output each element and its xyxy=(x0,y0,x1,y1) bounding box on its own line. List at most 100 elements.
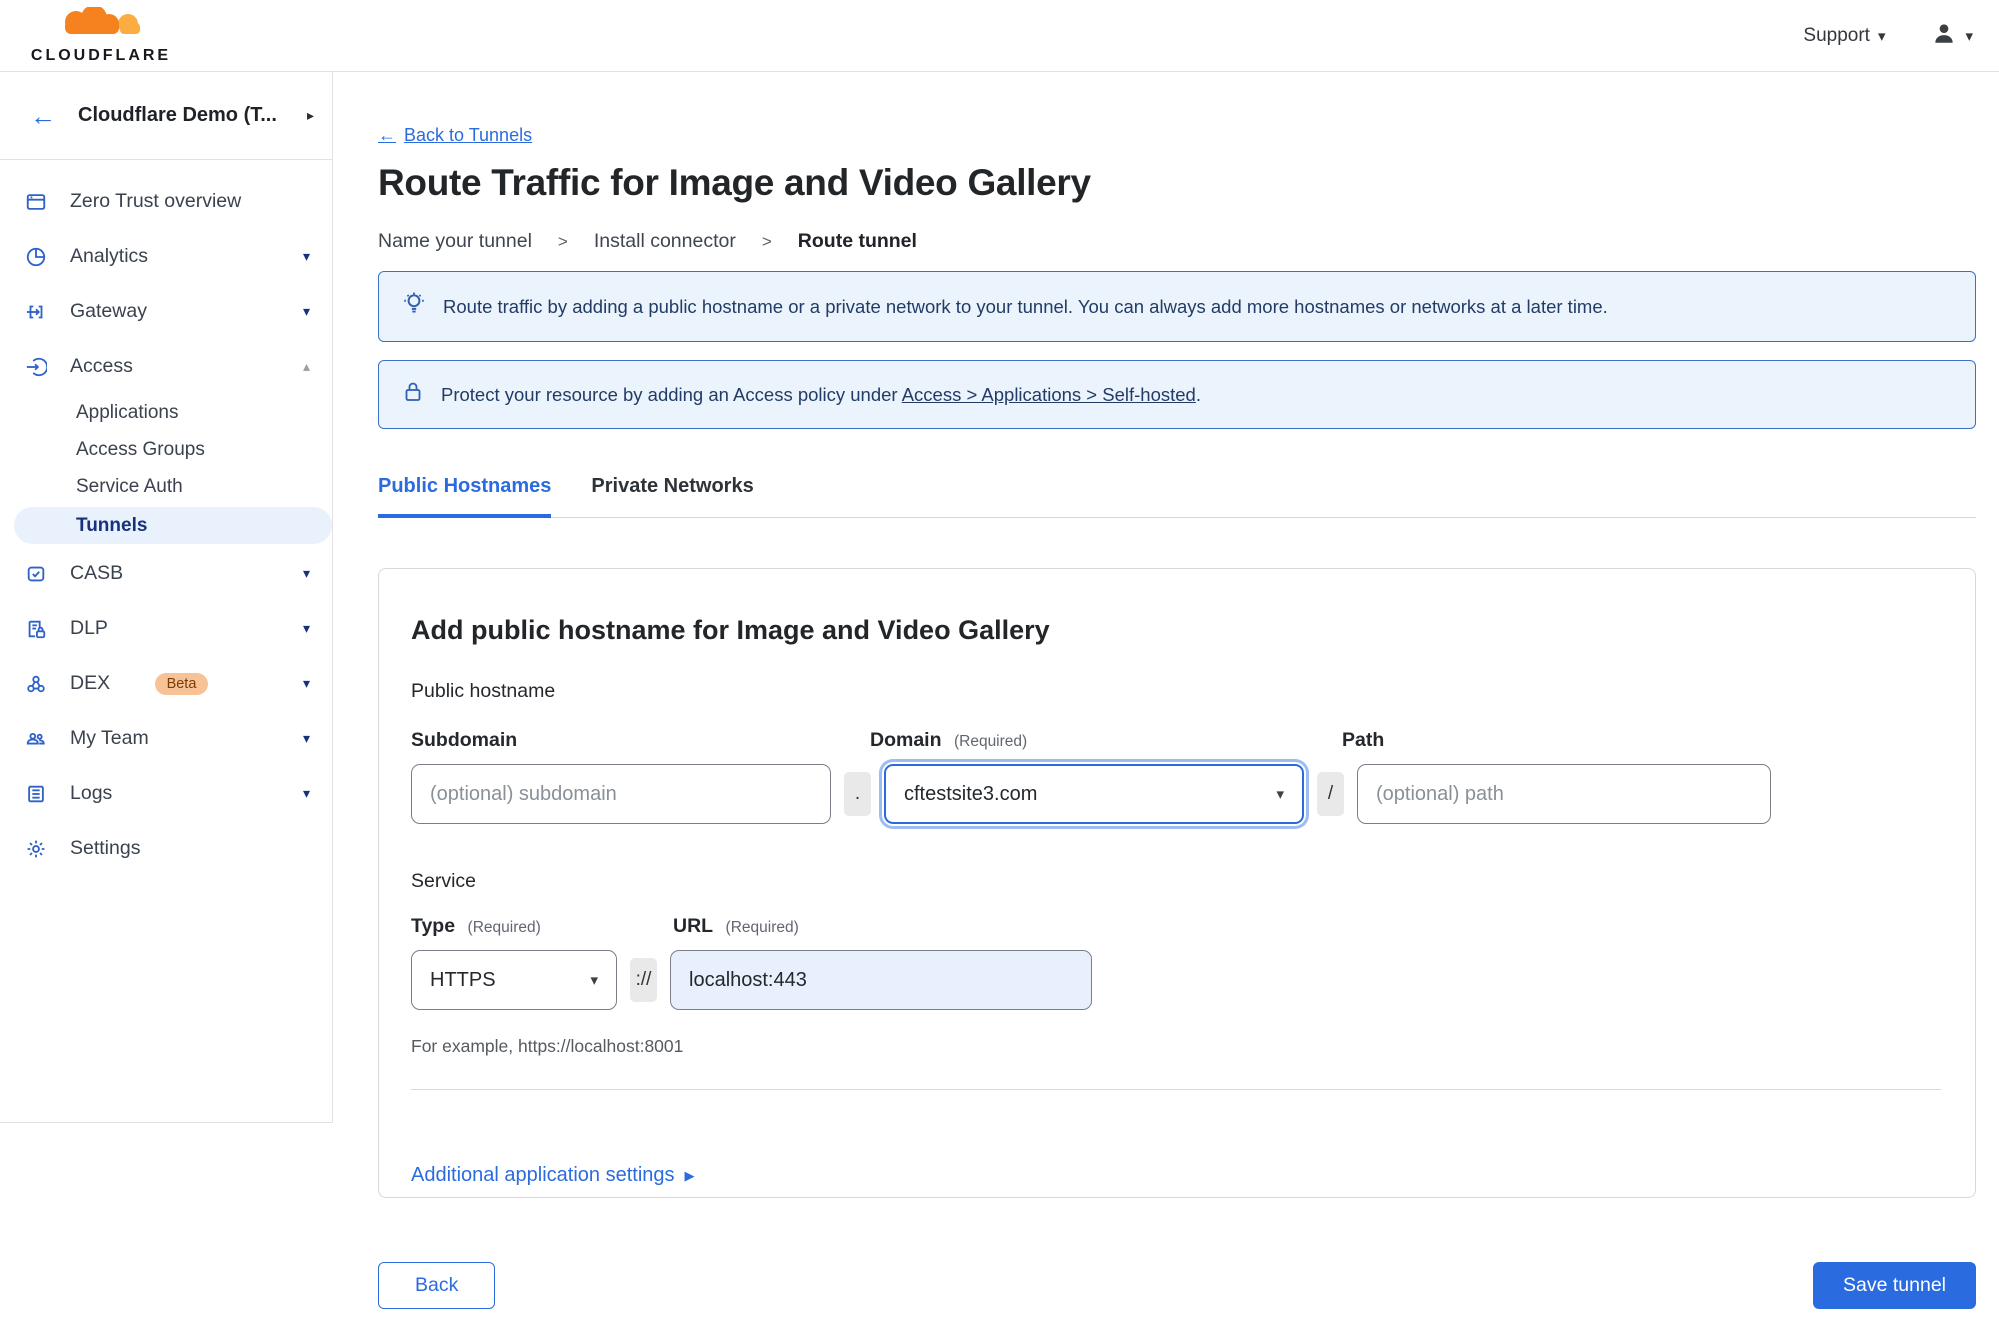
access-applications-self-hosted-link[interactable]: Access > Applications > Self-hosted xyxy=(902,384,1196,405)
sidebar-item-tunnels[interactable]: Tunnels xyxy=(14,507,332,544)
back-button[interactable]: Back xyxy=(378,1262,496,1309)
url-label: URL xyxy=(673,915,714,937)
cloudflare-cloud-icon xyxy=(42,6,160,46)
network-nodes-icon xyxy=(24,672,48,696)
domain-selected-value: cftestsite3.com xyxy=(904,782,1038,805)
casb-check-icon xyxy=(24,562,48,586)
sidebar-item-label: Applications xyxy=(76,401,179,423)
chevron-down-icon[interactable]: ▾ xyxy=(303,303,310,320)
url-example-hint: For example, https://localhost:8001 xyxy=(411,1036,684,1056)
sidebar-item-service-auth[interactable]: Service Auth xyxy=(0,468,332,505)
path-label: Path xyxy=(1342,729,1385,751)
subdomain-label: Subdomain xyxy=(411,729,518,751)
sidebar-account-switcher[interactable]: ← Cloudflare Demo (T... ▸ xyxy=(0,72,332,160)
sidebar-item-label: Logs xyxy=(70,782,113,804)
card-heading: Add public hostname for Image and Video … xyxy=(411,615,1050,645)
banner-access-suffix: . xyxy=(1195,383,1201,405)
sidebar-item-dlp[interactable]: DLP ▾ xyxy=(0,601,332,656)
wizard-steps: Name your tunnel > Install connector > R… xyxy=(378,230,1975,253)
chevron-down-icon[interactable]: ▾ xyxy=(303,565,310,582)
path-input[interactable] xyxy=(1357,764,1771,824)
account-menu[interactable]: ▾ xyxy=(1931,20,1973,51)
gateway-icon xyxy=(24,300,48,324)
footer-actions: Back Save tunnel xyxy=(378,1262,1976,1309)
step-install-connector[interactable]: Install connector xyxy=(594,230,736,253)
sidebar-item-label: Access Groups xyxy=(76,438,205,460)
additional-application-settings-toggle[interactable]: Additional application settings ▶ xyxy=(411,1164,695,1187)
main-content: ← Back to Tunnels Route Traffic for Imag… xyxy=(333,72,1999,1336)
support-label: Support xyxy=(1803,24,1870,46)
chevron-down-icon[interactable]: ▾ xyxy=(303,248,310,265)
additional-settings-label: Additional application settings xyxy=(411,1164,675,1186)
info-banner-route-traffic: Route traffic by adding a public hostnam… xyxy=(378,271,1976,342)
arrow-left-icon: ← xyxy=(378,125,396,145)
sidebar-item-label: Gateway xyxy=(70,300,147,322)
sidebar-item-access[interactable]: Access ▴ xyxy=(0,339,332,394)
sidebar-item-my-team[interactable]: My Team ▾ xyxy=(0,711,332,766)
step-route-tunnel: Route tunnel xyxy=(797,230,917,252)
slash-separator: / xyxy=(1317,772,1344,816)
chevron-down-icon: ▾ xyxy=(1877,27,1886,45)
sidebar-item-label: Service Auth xyxy=(76,475,183,497)
service-type-value: HTTPS xyxy=(430,968,496,991)
chevron-down-icon[interactable]: ▾ xyxy=(303,730,310,747)
cloudflare-logo[interactable]: CLOUDFLARE xyxy=(26,6,176,65)
domain-select[interactable]: cftestsite3.com ▾ xyxy=(884,764,1304,824)
triangle-right-icon: ▶ xyxy=(684,1167,695,1183)
sidebar-item-label: Tunnels xyxy=(76,514,148,536)
domain-label: Domain xyxy=(870,729,942,751)
account-name: Cloudflare Demo (T... xyxy=(78,104,277,126)
public-hostname-label: Public hostname xyxy=(411,680,556,702)
arrow-left-icon[interactable]: ← xyxy=(30,103,56,129)
sidebar-item-label: DEX xyxy=(70,672,111,694)
log-list-icon xyxy=(24,782,48,806)
hostname-tabs: Public Hostnames Private Networks xyxy=(378,475,1976,518)
dot-separator: . xyxy=(844,772,871,816)
back-to-tunnels-link[interactable]: ← Back to Tunnels xyxy=(378,125,532,146)
lightbulb-icon xyxy=(401,291,427,322)
sidebar-item-gateway[interactable]: Gateway ▾ xyxy=(0,284,332,339)
page-title: Route Traffic for Image and Video Galler… xyxy=(378,162,1091,203)
url-required-label: (Required) xyxy=(725,919,799,936)
sidebar-item-logs[interactable]: Logs ▾ xyxy=(0,766,332,821)
banner-access-prefix: Protect your resource by adding an Acces… xyxy=(441,383,898,405)
chevron-up-icon[interactable]: ▴ xyxy=(303,358,310,375)
chevron-down-icon[interactable]: ▾ xyxy=(303,675,310,692)
sidebar-item-zero-trust-overview[interactable]: Zero Trust overview xyxy=(0,174,332,229)
sidebar-item-label: Settings xyxy=(70,837,141,859)
info-banner-text: Protect your resource by adding an Acces… xyxy=(441,384,1201,406)
info-banner-access-policy: Protect your resource by adding an Acces… xyxy=(378,360,1976,429)
service-type-select[interactable]: HTTPS ▾ xyxy=(411,950,617,1010)
sidebar-item-label: Analytics xyxy=(70,245,149,267)
sidebar-item-label: CASB xyxy=(70,562,124,584)
subdomain-input[interactable] xyxy=(411,764,831,824)
step-separator: > xyxy=(761,231,772,251)
step-name-your-tunnel[interactable]: Name your tunnel xyxy=(378,230,532,253)
chevron-down-icon: ▾ xyxy=(1276,786,1284,803)
document-lock-icon xyxy=(24,617,48,641)
chevron-down-icon[interactable]: ▾ xyxy=(303,620,310,637)
chevron-down-icon[interactable]: ▾ xyxy=(303,785,310,802)
sidebar-item-access-groups[interactable]: Access Groups xyxy=(0,431,332,468)
user-icon xyxy=(1931,20,1957,51)
service-url-input[interactable] xyxy=(670,950,1092,1010)
chevron-right-icon[interactable]: ▸ xyxy=(307,107,314,124)
sidebar-item-applications[interactable]: Applications xyxy=(0,394,332,431)
tab-public-hostnames[interactable]: Public Hostnames xyxy=(378,475,552,518)
sidebar-item-settings[interactable]: Settings xyxy=(0,821,332,876)
step-separator: > xyxy=(557,231,568,251)
sidebar-item-analytics[interactable]: Analytics ▾ xyxy=(0,229,332,284)
save-tunnel-button[interactable]: Save tunnel xyxy=(1813,1262,1976,1309)
chevron-down-icon: ▾ xyxy=(1965,27,1973,45)
chevron-down-icon: ▾ xyxy=(590,972,598,989)
gear-icon xyxy=(24,837,48,861)
support-menu[interactable]: Support ▾ xyxy=(1803,25,1885,47)
browser-window-icon xyxy=(24,190,48,214)
sidebar-nav: Zero Trust overview Analytics ▾ Gateway … xyxy=(0,160,332,876)
sidebar-item-label: Access xyxy=(70,355,133,377)
sidebar-item-dex[interactable]: DEX Beta ▾ xyxy=(0,656,332,711)
sidebar-item-casb[interactable]: CASB ▾ xyxy=(0,546,332,601)
tab-private-networks[interactable]: Private Networks xyxy=(591,475,753,517)
pie-chart-icon xyxy=(24,245,48,269)
lock-icon xyxy=(401,380,425,409)
